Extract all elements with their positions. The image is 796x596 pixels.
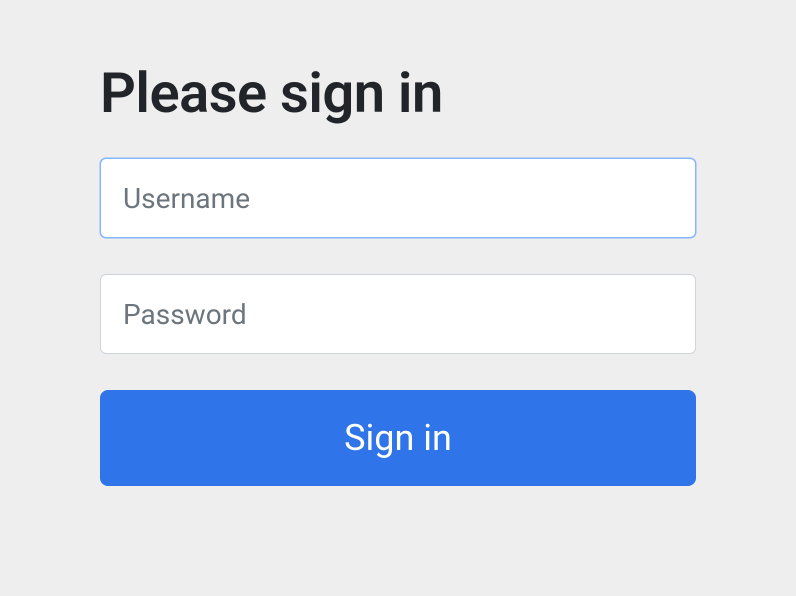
signin-form: Please sign in Sign in xyxy=(100,60,696,486)
username-input[interactable] xyxy=(100,158,696,238)
page-title: Please sign in xyxy=(100,60,696,126)
password-input[interactable] xyxy=(100,274,696,354)
signin-button[interactable]: Sign in xyxy=(100,390,696,486)
